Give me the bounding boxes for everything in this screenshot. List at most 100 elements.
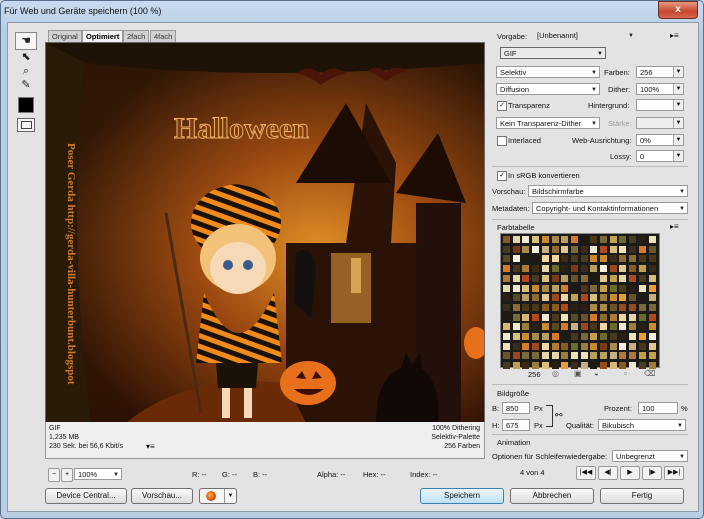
color-swatch[interactable] xyxy=(551,265,559,273)
color-swatch[interactable] xyxy=(512,255,520,263)
color-swatch[interactable] xyxy=(541,333,549,340)
color-reduction-dropdown[interactable]: Selektiv ▼ xyxy=(496,66,600,78)
color-swatch[interactable] xyxy=(580,362,588,370)
color-swatch[interactable] xyxy=(503,303,510,311)
color-swatch[interactable] xyxy=(503,352,510,360)
color-swatch[interactable] xyxy=(570,294,578,302)
color-swatch[interactable] xyxy=(570,313,578,321)
color-swatch[interactable] xyxy=(619,313,627,321)
color-swatch[interactable] xyxy=(541,342,549,350)
color-swatch[interactable] xyxy=(522,303,530,311)
image-preview[interactable]: Halloween Poser Gerda http://gerda-villa… xyxy=(45,42,485,424)
color-swatch[interactable] xyxy=(522,284,530,292)
color-swatch[interactable] xyxy=(590,284,598,292)
color-swatch[interactable] xyxy=(629,236,637,243)
color-swatch[interactable] xyxy=(522,352,530,360)
color-swatch[interactable] xyxy=(629,362,637,370)
color-swatch[interactable] xyxy=(590,245,598,253)
color-swatch[interactable] xyxy=(629,245,637,253)
color-swatch[interactable] xyxy=(532,323,540,331)
color-swatch[interactable] xyxy=(570,274,578,282)
color-swatch[interactable] xyxy=(512,274,520,282)
color-swatch[interactable] xyxy=(629,323,637,331)
color-swatch[interactable] xyxy=(609,342,617,350)
eyedropper-color-swatch[interactable] xyxy=(18,97,34,113)
color-swatch[interactable] xyxy=(522,313,530,321)
color-swatch[interactable] xyxy=(503,265,510,273)
link-proportions-icon[interactable]: ⚯ xyxy=(555,410,563,421)
color-swatch[interactable] xyxy=(561,265,569,273)
color-swatch[interactable] xyxy=(580,265,588,273)
color-swatch[interactable] xyxy=(503,313,510,321)
color-swatch[interactable] xyxy=(503,255,510,263)
color-swatch[interactable] xyxy=(638,333,646,340)
colors-input[interactable]: 256 ▼ xyxy=(636,66,684,78)
color-swatch[interactable] xyxy=(648,313,656,321)
color-swatch[interactable] xyxy=(512,265,520,273)
height-input[interactable]: 675 xyxy=(502,419,530,431)
color-swatch[interactable] xyxy=(609,284,617,292)
color-swatch[interactable] xyxy=(561,236,569,243)
tab-2up[interactable]: 2fach xyxy=(123,30,150,42)
color-swatch[interactable] xyxy=(638,236,646,243)
convert-srgb-checkbox[interactable]: ✓ xyxy=(497,171,507,181)
color-swatch[interactable] xyxy=(503,294,510,302)
color-swatch[interactable] xyxy=(522,236,530,243)
color-swatch[interactable] xyxy=(629,294,637,302)
color-swatch[interactable] xyxy=(580,352,588,360)
color-swatch[interactable] xyxy=(503,245,510,253)
color-swatch[interactable] xyxy=(638,284,646,292)
color-swatch[interactable] xyxy=(570,255,578,263)
color-swatch[interactable] xyxy=(551,245,559,253)
save-button[interactable]: Speichern xyxy=(420,488,504,504)
color-swatch[interactable] xyxy=(580,294,588,302)
color-swatch[interactable] xyxy=(570,265,578,273)
color-swatch[interactable] xyxy=(522,255,530,263)
color-swatch[interactable] xyxy=(541,236,549,243)
color-swatch[interactable] xyxy=(532,284,540,292)
color-swatch[interactable] xyxy=(512,284,520,292)
tab-original[interactable]: Original xyxy=(48,30,82,42)
color-swatch[interactable] xyxy=(648,323,656,331)
color-table-menu-icon[interactable]: ▸≡ xyxy=(670,222,679,231)
color-swatch[interactable] xyxy=(629,274,637,282)
tab-4up[interactable]: 4fach xyxy=(150,30,177,42)
lock-color-icon[interactable]: ▣ xyxy=(574,369,582,378)
color-swatch[interactable] xyxy=(590,255,598,263)
color-swatch[interactable] xyxy=(619,294,627,302)
color-swatch[interactable] xyxy=(503,362,510,370)
color-swatch[interactable] xyxy=(609,303,617,311)
color-swatch[interactable] xyxy=(541,255,549,263)
color-swatch[interactable] xyxy=(580,333,588,340)
color-swatch[interactable] xyxy=(522,245,530,253)
width-input[interactable]: 850 xyxy=(502,402,530,414)
color-swatch[interactable] xyxy=(522,265,530,273)
interlaced-checkbox[interactable] xyxy=(497,136,507,146)
color-swatch[interactable] xyxy=(551,274,559,282)
color-swatch[interactable] xyxy=(580,255,588,263)
color-swatch[interactable] xyxy=(532,342,540,350)
color-swatch[interactable] xyxy=(561,245,569,253)
last-frame-button[interactable]: ▶▶| xyxy=(664,466,684,480)
cancel-button[interactable]: Abbrechen xyxy=(510,488,594,504)
zoom-in-button[interactable]: + xyxy=(61,468,73,482)
color-swatch[interactable] xyxy=(600,284,607,292)
color-swatch[interactable] xyxy=(532,294,540,302)
color-swatch[interactable] xyxy=(609,362,617,370)
dither-amount-input[interactable]: 100% ▼ xyxy=(636,83,684,95)
map-to-web-icon[interactable]: ◎ xyxy=(552,369,559,378)
color-swatch[interactable] xyxy=(590,265,598,273)
color-swatch[interactable] xyxy=(512,323,520,331)
color-swatch[interactable] xyxy=(570,303,578,311)
previous-frame-button[interactable]: ◀| xyxy=(598,466,618,480)
color-swatch[interactable] xyxy=(561,303,569,311)
color-swatch[interactable] xyxy=(629,265,637,273)
color-swatch[interactable] xyxy=(561,323,569,331)
color-swatch[interactable] xyxy=(570,236,578,243)
color-swatch[interactable] xyxy=(648,303,656,311)
color-swatch[interactable] xyxy=(551,303,559,311)
color-swatch[interactable] xyxy=(600,303,607,311)
color-swatch[interactable] xyxy=(580,274,588,282)
color-swatch[interactable] xyxy=(503,284,510,292)
color-swatch[interactable] xyxy=(638,342,646,350)
